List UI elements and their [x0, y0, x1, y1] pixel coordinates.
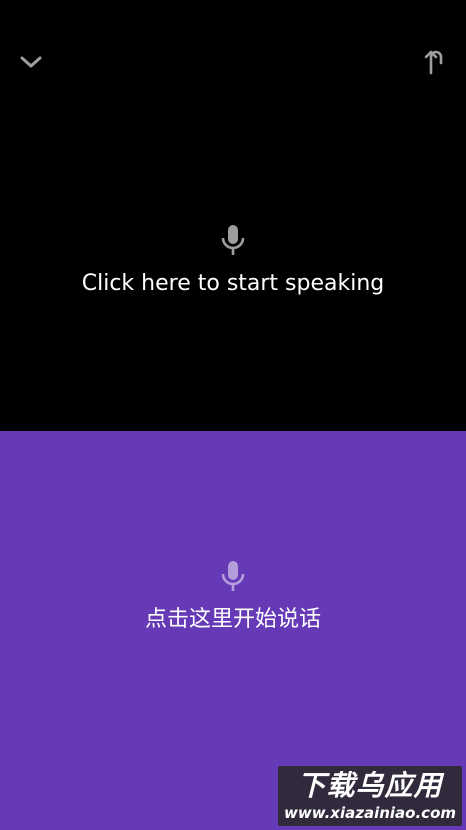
- collapse-button[interactable]: [11, 42, 51, 82]
- english-speak-panel[interactable]: Click here to start speaking: [0, 0, 466, 431]
- rotate-button[interactable]: [413, 42, 453, 82]
- translator-screen: Click here to start speaking 点击这里开始说话 下载…: [0, 0, 466, 830]
- watermark-title: 下载乌应用: [297, 769, 443, 802]
- rotate-icon: [424, 50, 443, 75]
- chevron-down-icon: [20, 56, 42, 68]
- microphone-icon: [221, 225, 245, 255]
- watermark-url: www.xiazainiao.com: [283, 804, 457, 822]
- microphone-icon: [221, 561, 245, 591]
- start-speaking-prompt: Click here to start speaking: [81, 271, 385, 296]
- watermark-logo: 下载乌应用 www.xiazainiao.com: [278, 766, 462, 826]
- start-speaking-prompt-chinese: 点击这里开始说话: [144, 607, 321, 632]
